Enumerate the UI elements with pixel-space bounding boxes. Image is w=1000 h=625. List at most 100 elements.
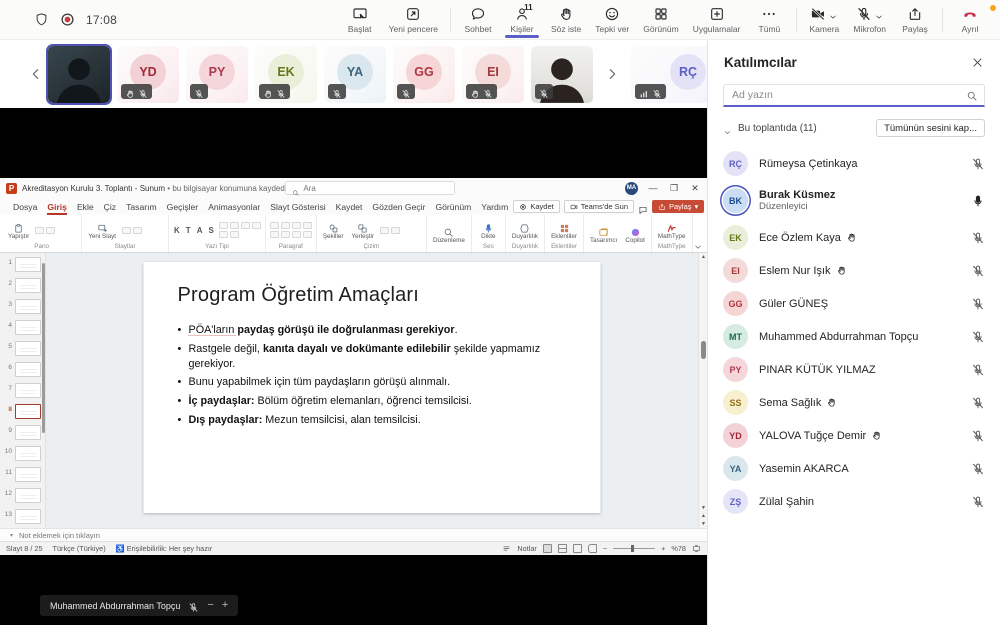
ribbon-button-yeni-slayt[interactable]: Yeni Slayt [86,221,118,240]
participant-row-YD[interactable]: YD YALOVA Tuğçe Demir [708,419,1000,452]
toolbar-tümü[interactable]: Tümü [747,0,791,40]
participant-row-MT[interactable]: MT Muhammed Abdurrahman Topçu [708,320,1000,353]
zoom-out-share-button[interactable]: − [207,600,213,611]
ribbon-button-şekiller[interactable]: Şekiller [321,221,346,240]
slide-thumbnail-5[interactable]: 5 [3,341,43,361]
avatar-tile-EI[interactable]: EI [462,46,524,103]
slideshow-icon[interactable] [588,544,597,553]
zoom-in-share-button[interactable]: + [222,600,228,611]
ppt-menu-görünüm[interactable]: Görünüm [430,198,476,215]
toolbar-tepki-ver[interactable]: Tepki ver [588,0,636,40]
avatar-tile-GG[interactable]: GG [393,46,455,103]
minimize-button[interactable]: — [647,184,659,193]
ribbon-controls[interactable] [35,227,77,234]
slide-thumbnail-9[interactable]: 9 [3,425,43,445]
fit-slide-icon[interactable] [692,544,701,553]
scroll-up-icon[interactable]: ▲ [700,254,707,260]
font-style-button[interactable]: A [196,226,204,235]
chevron-down-icon[interactable] [828,9,838,19]
present-in-teams-button[interactable]: Teams'de Sun [564,200,634,213]
close-button[interactable]: ✕ [689,184,701,193]
ribbon-controls[interactable] [380,227,422,234]
zoom-level[interactable]: %78 [671,544,686,553]
ribbon-controls[interactable] [219,222,261,238]
toolbar-kişiler[interactable]: 11Kişiler [500,0,544,40]
toolbar-söz-iste[interactable]: Söz iste [544,0,588,40]
ribbon-controls[interactable] [270,222,312,238]
record-button[interactable]: Kaydet [513,200,559,213]
notes-collapse-icon[interactable]: ▾ [10,532,13,539]
video-tile[interactable] [48,46,110,103]
ribbon-button-eklentiler[interactable]: Eklentiler [549,221,579,240]
zoom-in-button[interactable]: + [661,544,665,553]
share-button[interactable]: Paylaş ▾ [652,200,704,213]
chevron-right-icon[interactable] [604,66,620,82]
ppt-user-avatar[interactable]: MA [625,182,638,195]
scroll-down-icon[interactable]: ▼ [700,505,707,511]
ppt-menu-dosya[interactable]: Dosya [8,198,42,215]
accessibility-label[interactable]: ♿ Erişilebilirlik: Her şey hazır [116,544,213,553]
ppt-menu-giriş[interactable]: Giriş [42,198,72,215]
ribbon-button-düzenleme[interactable]: Düzenleme [431,225,467,244]
zoom-out-button[interactable]: − [603,544,607,553]
mic-off-icon[interactable] [971,231,985,245]
video-tile[interactable] [531,46,593,103]
ribbon-button-yapıştır[interactable]: Yapıştır [6,221,31,240]
slide-scrollbar[interactable]: ▲ ▼ ▲ ▼ [698,253,707,528]
language-label[interactable]: Türkçe (Türkiye) [53,544,106,553]
participant-row-EI[interactable]: EI Eslem Nur Işık [708,254,1000,287]
mic-off-icon[interactable] [971,297,985,311]
mic-off-icon[interactable] [971,264,985,278]
mic-off-icon[interactable] [971,495,985,509]
slide-thumbnail-8[interactable]: 8 [3,404,43,424]
font-style-button[interactable]: T [185,226,192,235]
toolbar-uygulamalar[interactable]: Uygulamalar [686,0,748,40]
mic-off-icon[interactable] [971,429,985,443]
toolbar-görünüm[interactable]: Görünüm [636,0,685,40]
notes-bar[interactable]: ▾ Not eklemek için tıklayın [0,528,707,541]
avatar-tile-YA[interactable]: YA [324,46,386,103]
ppt-menu-slayt-gösterisi[interactable]: Slayt Gösterisi [265,198,330,215]
ribbon-button-duyarlılık[interactable]: Duyarlılık [510,221,540,240]
slide-sorter-icon[interactable] [558,544,567,553]
chevron-down-icon[interactable] [723,124,732,133]
slide-thumbnail-12[interactable]: 12 [3,488,43,508]
toolbar-kamera[interactable]: Kamera [802,0,846,40]
ppt-menu-geçişler[interactable]: Geçişler [162,198,204,215]
slide-thumbnail-13[interactable]: 13 [3,509,43,528]
slide-thumbnail-6[interactable]: 6 [3,362,43,382]
slide-thumbnail-7[interactable]: 7 [3,383,43,403]
mic-on-icon[interactable] [971,194,985,208]
font-style-button[interactable]: S [207,226,214,235]
notes-toggle[interactable]: Notlar [517,544,536,553]
ribbon-button-copilot[interactable]: Copilot [623,225,647,244]
ppt-menu-çiz[interactable]: Çiz [99,198,121,215]
participant-search-input[interactable] [723,84,985,107]
participant-row-PY[interactable]: PY PINAR KÜTÜK YILMAZ [708,353,1000,386]
ppt-menu-animasyonlar[interactable]: Animasyonlar [203,198,265,215]
ppt-menu-gözden-geçir[interactable]: Gözden Geçir [367,198,430,215]
ppt-search-box[interactable] [285,181,455,195]
toolbar-yeni-pencere[interactable]: Yeni pencere [382,0,445,40]
ribbon-button-dikte[interactable]: Dikte [479,221,497,240]
font-style-button[interactable]: K [173,226,181,235]
participant-row-GG[interactable]: GG Güler GÜNEŞ [708,287,1000,320]
ppt-menu-kaydet[interactable]: Kaydet [331,198,368,215]
reading-view-icon[interactable] [573,544,582,553]
current-slide[interactable]: Program Öğretim Amaçları PÖA'ların payda… [144,262,601,513]
slide-thumbnail-4[interactable]: 4 [3,320,43,340]
mic-off-icon[interactable] [971,363,985,377]
participant-row-BK[interactable]: BK Burak Küsmez Düzenleyici [708,180,1000,221]
next-slide-icon[interactable]: ▼ [700,521,707,527]
participant-row-RÇ[interactable]: RÇ Rümeysa Çetinkaya [708,147,1000,180]
close-panel-icon[interactable] [971,56,984,69]
toolbar-mikrofon[interactable]: Mikrofon [846,0,893,40]
ribbon-button-yerleştir[interactable]: Yerleştir [349,221,376,240]
ppt-menu-tasarım[interactable]: Tasarım [121,198,162,215]
participant-row-SS[interactable]: SS Sema Sağlık [708,386,1000,419]
ribbon-button-tasarımcı[interactable]: Tasarımcı [588,225,619,244]
avatar-tile-EK[interactable]: EK [255,46,317,103]
slide-thumbnail-11[interactable]: 11 [3,467,43,487]
toolbar-başlat[interactable]: Başlat [338,0,382,40]
search-icon[interactable] [966,89,978,101]
